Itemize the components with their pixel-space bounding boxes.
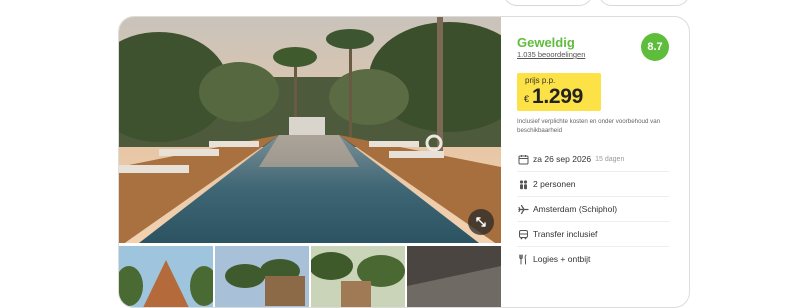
top-button-left[interactable] bbox=[503, 0, 593, 6]
price-currency: € bbox=[524, 94, 530, 104]
thumbnail-1[interactable] bbox=[119, 246, 213, 307]
detail-persons-text: 2 personen bbox=[533, 179, 576, 189]
bus-icon bbox=[517, 228, 529, 240]
detail-transfer: Transfer inclusief bbox=[517, 222, 669, 247]
detail-board-text: Logies + ontbijt bbox=[533, 254, 591, 264]
fork-icon bbox=[517, 253, 529, 265]
price-note: Inclusief verplichte kosten en onder voo… bbox=[517, 118, 661, 134]
detail-board: Logies + ontbijt bbox=[517, 247, 669, 271]
detail-departure: Amsterdam (Schiphol) bbox=[517, 197, 669, 222]
rating-label: Geweldig bbox=[517, 35, 575, 50]
expand-button[interactable] bbox=[468, 209, 494, 235]
plane-icon bbox=[517, 203, 529, 215]
price-label: prijs p.p. bbox=[525, 76, 556, 85]
calendar-icon bbox=[517, 153, 529, 165]
price-amount: 1.299 bbox=[532, 85, 584, 108]
people-icon bbox=[517, 178, 529, 190]
detail-duration: 15 dagen bbox=[595, 155, 625, 163]
detail-transfer-text: Transfer inclusief bbox=[533, 229, 598, 239]
thumbnail-3[interactable] bbox=[311, 246, 405, 307]
info-panel: Geweldig 1.035 beoordelingen 8.7 prijs p… bbox=[517, 17, 689, 307]
detail-date: za 26 sep 2026 15 dagen bbox=[517, 147, 669, 172]
thumbnail-4[interactable] bbox=[407, 246, 501, 307]
detail-date-text: za 26 sep 2026 bbox=[533, 154, 592, 164]
price-box: prijs p.p. € 1.299 bbox=[517, 73, 601, 111]
expand-icon bbox=[476, 217, 486, 227]
detail-persons: 2 personen bbox=[517, 172, 669, 197]
detail-departure-text: Amsterdam (Schiphol) bbox=[533, 204, 618, 214]
hero-photo[interactable] bbox=[119, 17, 501, 243]
thumbnail-strip bbox=[119, 246, 501, 307]
reviews-link[interactable]: 1.035 beoordelingen bbox=[517, 50, 585, 59]
rating-score-badge: 8.7 bbox=[641, 33, 669, 61]
thumbnail-2[interactable] bbox=[215, 246, 309, 307]
top-button-right[interactable] bbox=[598, 0, 690, 6]
hotel-card: Geweldig 1.035 beoordelingen 8.7 prijs p… bbox=[118, 16, 690, 308]
